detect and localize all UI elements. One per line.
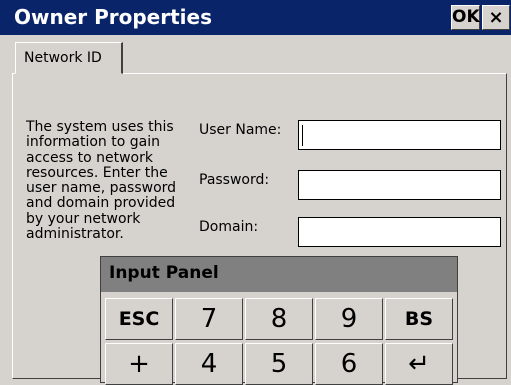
window-title: Owner Properties bbox=[14, 5, 212, 29]
password-input[interactable] bbox=[298, 170, 501, 200]
password-label: Password: bbox=[199, 172, 270, 188]
key-8[interactable]: 8 bbox=[245, 298, 313, 340]
input-panel-title-bar[interactable]: Input Panel bbox=[101, 257, 457, 292]
key-6[interactable]: 6 bbox=[315, 343, 383, 385]
key-7[interactable]: 7 bbox=[175, 298, 243, 340]
user-name-label: User Name: bbox=[199, 122, 282, 138]
domain-input[interactable] bbox=[298, 217, 501, 247]
domain-label: Domain: bbox=[199, 219, 259, 235]
user-name-input[interactable] bbox=[298, 120, 501, 150]
tab-network-id[interactable]: Network ID bbox=[15, 42, 123, 74]
key-plus[interactable]: + bbox=[105, 343, 173, 385]
key-5[interactable]: 5 bbox=[245, 343, 313, 385]
ok-button[interactable]: OK bbox=[451, 5, 480, 30]
description-text: The system uses this information to gain… bbox=[26, 119, 177, 243]
key-4[interactable]: 4 bbox=[175, 343, 243, 385]
input-panel-title: Input Panel bbox=[109, 263, 219, 283]
key-esc[interactable]: ESC bbox=[105, 298, 173, 340]
title-bar: Owner Properties OK × bbox=[0, 0, 511, 35]
text-caret bbox=[302, 125, 303, 146]
input-panel: Input Panel ESC 7 8 9 BS + 4 5 6 ↵ bbox=[100, 256, 458, 385]
key-backspace[interactable]: BS bbox=[385, 298, 453, 340]
close-button[interactable]: × bbox=[482, 5, 510, 30]
key-enter[interactable]: ↵ bbox=[385, 343, 453, 385]
key-9[interactable]: 9 bbox=[315, 298, 383, 340]
